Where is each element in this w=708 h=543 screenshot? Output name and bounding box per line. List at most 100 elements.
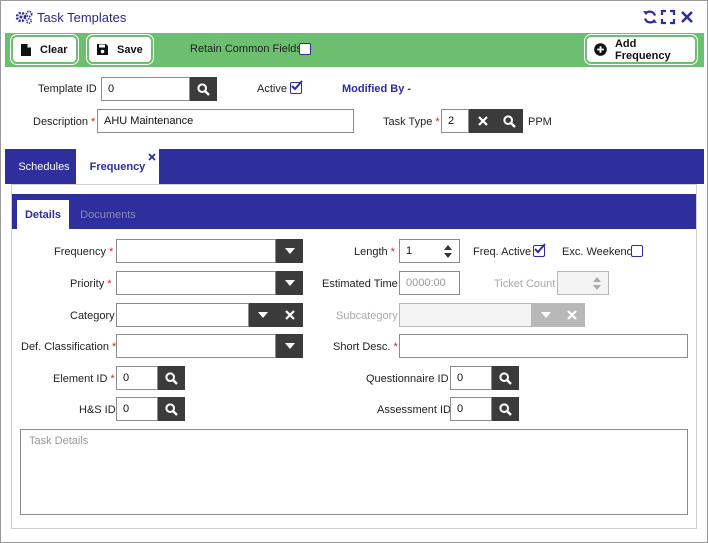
task-type-input[interactable]: 2 [441, 109, 469, 133]
task-details-textarea[interactable]: Task Details [20, 429, 688, 515]
retain-common-fields-checkbox[interactable] [299, 43, 311, 55]
search-icon [499, 402, 512, 416]
search-icon [165, 371, 178, 385]
add-frequency-button[interactable]: Add Frequency [584, 34, 698, 65]
ticket-count-input [557, 271, 609, 295]
clear-label: Clear [40, 43, 68, 56]
task-type-search-button[interactable] [496, 109, 523, 133]
checkmark-icon [291, 80, 303, 91]
length-value: 1 [406, 245, 413, 257]
frequency-dropdown-button[interactable] [276, 239, 303, 263]
def-classification-dropdown-button[interactable] [276, 334, 303, 358]
tab-frequency[interactable]: Frequency [76, 149, 159, 184]
subtabs-bar: Details Documents [12, 194, 696, 229]
subtab-details[interactable]: Details [17, 200, 69, 229]
assessment-id-input[interactable]: 0 [450, 397, 492, 421]
exc-weekend-label: Exc. Weekend [562, 246, 633, 258]
estimated-time-label: Estimated Time [322, 278, 398, 290]
subcategory-clear-button [559, 303, 585, 327]
element-id-label: Element ID * [53, 373, 115, 385]
length-input[interactable]: 1 [399, 239, 460, 263]
short-desc-input[interactable] [399, 334, 688, 358]
plus-circle-icon [594, 43, 607, 56]
tab-frequency-label: Frequency [89, 160, 146, 173]
clear-button[interactable]: Clear [10, 34, 79, 65]
subcategory-label: Subcategory [336, 310, 398, 322]
close-icon[interactable] [679, 9, 695, 25]
maximize-icon[interactable] [660, 9, 676, 25]
tab-schedules[interactable]: Schedules [9, 149, 79, 184]
gears-icon [15, 10, 33, 24]
element-id-input[interactable]: 0 [116, 366, 158, 390]
subcategory-dropdown-button [532, 303, 559, 327]
short-desc-label: Short Desc. * [333, 341, 398, 353]
toolbar: Clear Save Retain Common Fields Add Freq… [5, 33, 704, 67]
chevron-down-icon [284, 343, 295, 349]
checkmark-icon [534, 243, 546, 254]
subtab-documents[interactable]: Documents [73, 200, 143, 229]
assessment-search-button[interactable] [492, 397, 519, 421]
freq-active-checkbox[interactable] [533, 243, 546, 257]
search-icon [197, 82, 210, 96]
description-input[interactable]: AHU Maintenance [97, 109, 354, 133]
spinner-icon[interactable] [443, 244, 453, 259]
category-select[interactable] [116, 303, 249, 327]
chevron-down-icon [284, 248, 295, 254]
hs-id-label: H&S ID [79, 404, 116, 416]
active-checkbox[interactable] [290, 80, 303, 94]
refresh-icon[interactable] [642, 9, 658, 25]
category-dropdown-button[interactable] [249, 303, 276, 327]
priority-dropdown-button[interactable] [276, 271, 303, 295]
add-frequency-label: Add Frequency [614, 37, 671, 62]
questionnaire-id-input[interactable]: 0 [450, 366, 492, 390]
x-icon [477, 116, 488, 126]
chevron-down-icon [540, 312, 551, 318]
floppy-disk-icon [97, 44, 108, 55]
def-classification-select[interactable] [116, 334, 276, 358]
def-classification-label: Def. Classification * [21, 341, 117, 353]
priority-select[interactable] [116, 271, 276, 295]
template-id-label: Template ID [38, 83, 97, 95]
window-title: Task Templates [37, 10, 127, 25]
task-templates-window: Task Templates Clear Save Retain Common … [0, 0, 708, 543]
questionnaire-id-label: Questionnaire ID [366, 373, 449, 385]
tab-close-icon[interactable] [148, 153, 156, 161]
questionnaire-search-button[interactable] [492, 366, 519, 390]
task-type-clear-button[interactable] [469, 109, 496, 133]
active-label: Active [257, 83, 287, 95]
save-label: Save [117, 43, 143, 56]
template-search-button[interactable] [190, 77, 217, 101]
title-bar: Task Templates [1, 1, 707, 33]
tabs-bar: Schedules Frequency [5, 149, 704, 184]
chevron-down-icon [257, 312, 268, 318]
x-icon [567, 310, 577, 320]
hs-search-button[interactable] [158, 397, 185, 421]
length-label: Length * [354, 246, 395, 258]
hs-id-input[interactable]: 0 [116, 397, 158, 421]
retain-common-fields-label: Retain Common Fields [190, 43, 302, 55]
template-id-input[interactable]: 0 [101, 77, 190, 101]
subcategory-select [399, 303, 532, 327]
ticket-count-label: Ticket Count [494, 278, 556, 290]
spinner-icon [593, 277, 601, 290]
frequency-select[interactable] [116, 239, 276, 263]
freq-active-label: Freq. Active [473, 246, 532, 258]
chevron-down-icon [284, 280, 295, 286]
category-label: Category [70, 310, 115, 322]
document-icon [21, 43, 31, 56]
assessment-id-label: Assessment ID [377, 404, 451, 416]
estimated-time-input[interactable]: 0000:00 [399, 271, 460, 295]
task-type-name: PPM [528, 116, 552, 128]
description-label: Description * [33, 116, 96, 128]
exc-weekend-checkbox[interactable] [631, 245, 643, 257]
element-search-button[interactable] [158, 366, 185, 390]
save-button[interactable]: Save [86, 34, 154, 65]
search-icon [165, 402, 178, 416]
modified-by-label: Modified By - [342, 83, 412, 95]
frequency-label: Frequency * [54, 246, 114, 258]
search-icon [503, 114, 516, 128]
category-clear-button[interactable] [276, 303, 303, 327]
search-icon [499, 371, 512, 385]
priority-label: Priority * [70, 278, 112, 290]
task-type-label: Task Type * [383, 116, 440, 128]
